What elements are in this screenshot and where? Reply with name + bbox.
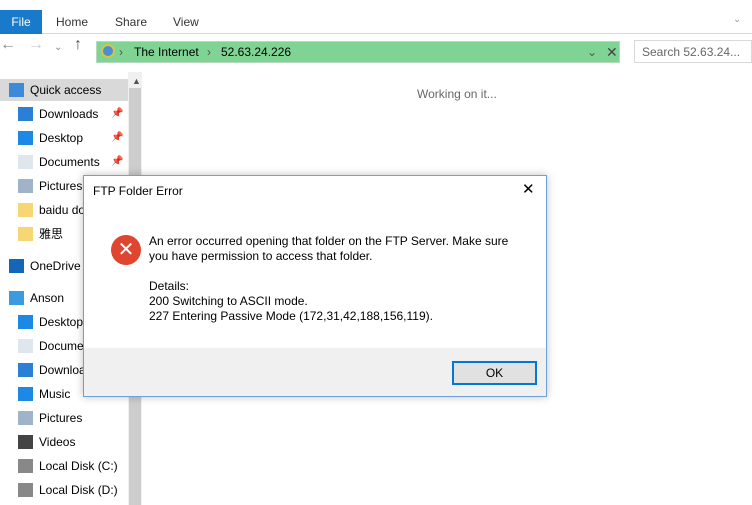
expand-ribbon-icon[interactable]: ⌄ (733, 14, 741, 25)
breadcrumb-the-internet[interactable]: The Internet (134, 45, 199, 59)
desktop-icon (18, 315, 33, 329)
pictures-icon (18, 411, 33, 425)
sidebar-item[interactable]: Downloads 📌 (0, 103, 128, 125)
scroll-up-icon[interactable]: ▲ (132, 76, 141, 86)
breadcrumb-separator: › (119, 45, 123, 59)
tab-home[interactable]: Home (56, 10, 88, 34)
sidebar-item[interactable]: Videos (0, 431, 128, 453)
cloud-icon (9, 259, 24, 273)
star-icon (9, 83, 24, 97)
computer-icon (9, 291, 24, 305)
dialog-title: FTP Folder Error (93, 184, 183, 198)
detail-line2: 227 Entering Passive Mode (172,31,42,188… (149, 309, 433, 323)
pictures-icon (18, 179, 33, 193)
download-icon (18, 363, 33, 377)
sidebar-item[interactable]: Local Disk (D:) (0, 479, 128, 501)
address-bar[interactable]: › The Internet › 52.63.24.226 ⌄ ✕ (96, 41, 620, 63)
detail-line1: 200 Switching to ASCII mode. (149, 294, 308, 308)
sidebar-item-label: Pictures (39, 179, 83, 193)
ribbon: File Home Share View ⌄ (0, 0, 752, 34)
drive-icon (18, 483, 33, 497)
error-message-line1: An error occurred opening that folder on… (149, 234, 509, 248)
drive-icon (18, 459, 33, 473)
stop-icon[interactable]: ✕ (606, 44, 618, 61)
sidebar-item-label: Music (39, 387, 71, 401)
address-dropdown-icon[interactable]: ⌄ (587, 45, 597, 59)
folder-icon (18, 203, 33, 217)
forward-icon[interactable]: → (28, 36, 44, 54)
sidebar-item-label: Local Disk (C:) (39, 459, 118, 473)
document-icon (18, 339, 33, 353)
ftp-error-dialog: FTP Folder Error ✕ ✕ An error occurred o… (83, 175, 547, 397)
back-icon[interactable]: ← (0, 36, 16, 54)
sidebar-item-label: 雅思 (39, 227, 64, 241)
sidebar-item-label: Pictures (39, 411, 83, 425)
sidebar-item[interactable]: Documents 📌 (0, 151, 128, 173)
close-icon[interactable]: ✕ (522, 180, 535, 198)
video-icon (18, 435, 33, 449)
ok-button[interactable]: OK (452, 361, 537, 385)
pin-icon[interactable]: 📌 (111, 151, 123, 173)
sidebar-item-label: baidu do (39, 203, 86, 217)
sidebar-item[interactable]: Local Disk (C:) (0, 455, 128, 477)
sidebar-item[interactable]: Desktop 📌 (0, 127, 128, 149)
error-message-line2: you have permission to access that folde… (149, 249, 373, 263)
document-icon (18, 155, 33, 169)
status-text: Working on it... (417, 87, 497, 101)
sidebar-item-label: Downloa (39, 363, 86, 377)
network-icon (101, 44, 115, 58)
tab-view[interactable]: View (173, 10, 199, 34)
desktop-icon (18, 131, 33, 145)
pin-icon[interactable]: 📌 (111, 103, 123, 125)
sidebar-item-label: Desktop (39, 131, 84, 145)
sidebar-item-label: Quick access (30, 83, 102, 97)
tab-file[interactable]: File (0, 10, 42, 34)
sidebar-item-label: Videos (39, 435, 76, 449)
tab-share[interactable]: Share (115, 10, 147, 34)
sidebar-item-label: Downloads (39, 107, 99, 121)
recent-chevron-icon[interactable]: ⌄ (54, 42, 62, 53)
error-icon: ✕ (111, 235, 141, 265)
pin-icon[interactable]: 📌 (111, 127, 123, 149)
folder-icon (18, 227, 33, 241)
up-icon[interactable]: ↑ (74, 36, 82, 54)
search-input[interactable]: Search 52.63.24... (634, 40, 752, 63)
details-label: Details: (149, 279, 190, 293)
breadcrumb-ip[interactable]: 52.63.24.226 (221, 45, 291, 59)
sidebar-item[interactable]: Quick access (0, 79, 128, 101)
breadcrumb-separator: › (207, 45, 211, 59)
sidebar-item-label: Anson (30, 291, 65, 305)
sidebar-item[interactable]: Pictures (0, 407, 128, 429)
music-icon (18, 387, 33, 401)
sidebar-item-label: OneDrive (30, 259, 81, 273)
sidebar-item-label: Local Disk (D:) (39, 483, 118, 497)
sidebar-item-label: Docume (39, 339, 84, 353)
sidebar-item-label: Desktop (39, 315, 84, 329)
sidebar-item-label: Documents (39, 155, 100, 169)
download-icon (18, 107, 33, 121)
